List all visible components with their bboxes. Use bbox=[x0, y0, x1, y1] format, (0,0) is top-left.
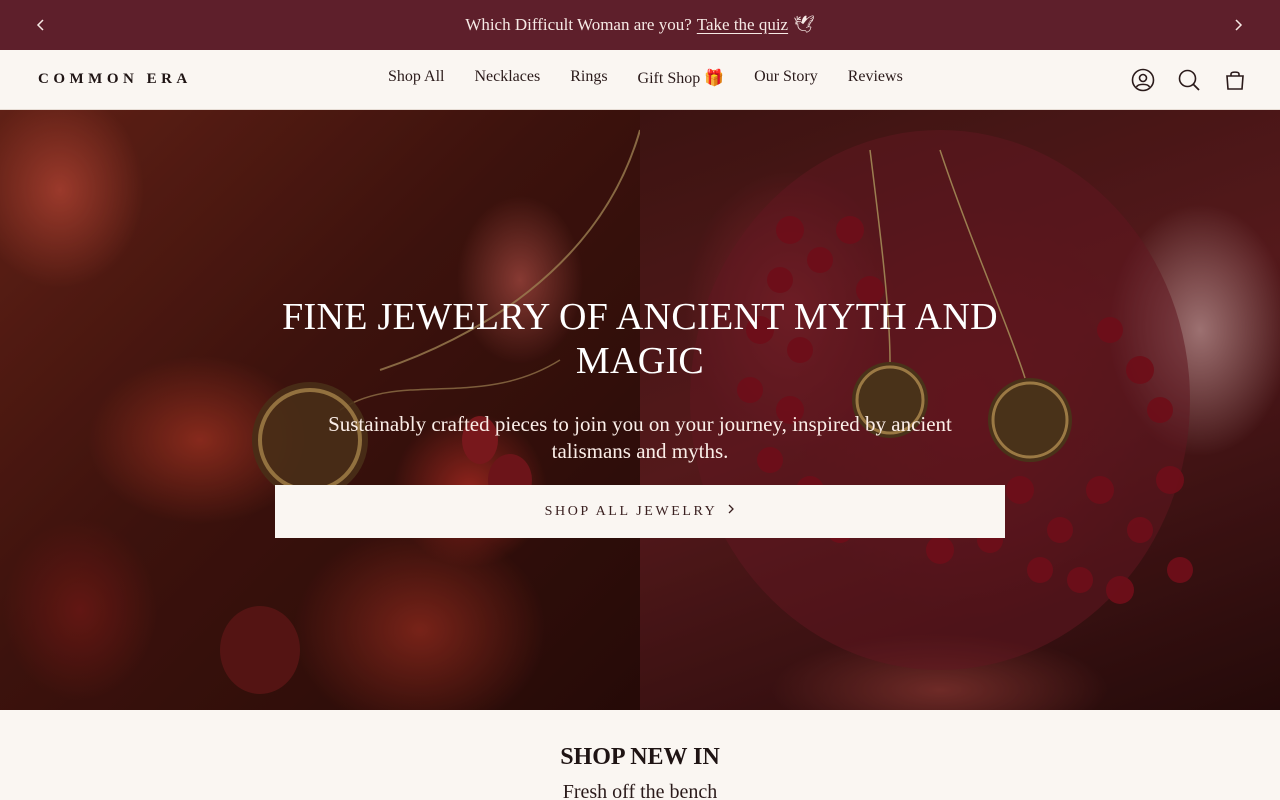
nav-necklaces[interactable]: Necklaces bbox=[474, 68, 540, 88]
search-icon[interactable] bbox=[1176, 67, 1202, 93]
nav-shop-all[interactable]: Shop All bbox=[388, 68, 444, 88]
announcement-text: Which Difficult Woman are you? bbox=[465, 15, 692, 34]
hero-banner: FINE JEWELRY OF ANCIENT MYTH AND MAGIC S… bbox=[0, 110, 1280, 710]
dove-emoji: 🕊 bbox=[793, 15, 815, 34]
section-title: SHOP NEW IN bbox=[560, 744, 720, 770]
site-header: COMMON ERA Shop All Necklaces Rings Gift… bbox=[0, 50, 1280, 110]
shop-all-jewelry-button[interactable]: SHOP ALL JEWELRY bbox=[275, 485, 1005, 538]
hero-title: FINE JEWELRY OF ANCIENT MYTH AND MAGIC bbox=[282, 296, 998, 382]
hero-content: FINE JEWELRY OF ANCIENT MYTH AND MAGIC S… bbox=[270, 295, 1010, 538]
nav-rings[interactable]: Rings bbox=[570, 68, 607, 88]
chevron-right-icon bbox=[727, 503, 735, 520]
section-subtitle: Fresh off the bench bbox=[562, 781, 718, 800]
cart-icon[interactable] bbox=[1222, 67, 1248, 93]
announcement-bar: Which Difficult Woman are you? Take the … bbox=[0, 0, 1280, 50]
account-icon[interactable] bbox=[1130, 67, 1156, 93]
hero-subtitle: Sustainably crafted pieces to join you o… bbox=[328, 412, 952, 463]
header-icons bbox=[1130, 67, 1248, 93]
quiz-link[interactable]: Take the quiz bbox=[697, 15, 788, 35]
shop-new-in-section: SHOP NEW IN Fresh off the bench bbox=[0, 710, 1280, 800]
announcement-message: Which Difficult Woman are you? Take the … bbox=[465, 15, 814, 35]
nav-reviews[interactable]: Reviews bbox=[848, 68, 903, 88]
main-nav: Shop All Necklaces Rings Gift Shop 🎁 Our… bbox=[388, 68, 903, 88]
nav-our-story[interactable]: Our Story bbox=[754, 68, 818, 88]
site-logo[interactable]: COMMON ERA bbox=[38, 71, 192, 88]
nav-gift-shop[interactable]: Gift Shop 🎁 bbox=[638, 68, 725, 88]
chevron-left-icon[interactable] bbox=[31, 15, 51, 35]
shop-all-jewelry-label: SHOP ALL JEWELRY bbox=[544, 503, 718, 519]
chevron-right-icon[interactable] bbox=[1228, 15, 1248, 35]
